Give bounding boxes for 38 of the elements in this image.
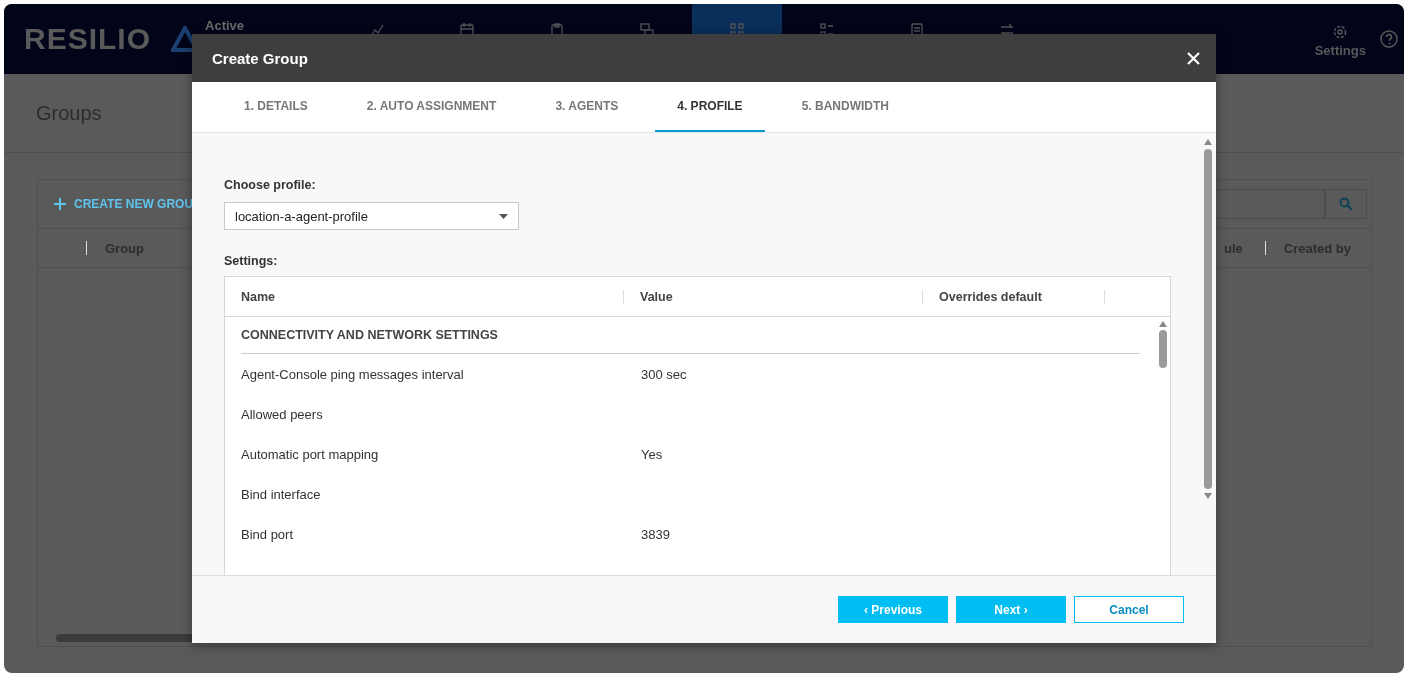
setting-value: 300 sec (641, 366, 687, 382)
column-header: Overrides default (938, 289, 1043, 304)
step-tab[interactable]: 3. AGENTS (533, 82, 641, 132)
step-tab[interactable]: 5. BANDWIDTH (779, 82, 911, 132)
close-icon (1187, 51, 1200, 65)
scroll-down-icon[interactable] (1204, 493, 1212, 499)
column-header: Name (240, 289, 277, 304)
setting-name: Allowed peers (241, 406, 324, 422)
profile-label: Choose profile: (224, 178, 317, 192)
search-button[interactable] (1325, 189, 1367, 219)
scrollbar-thumb[interactable] (1159, 330, 1167, 368)
section-heading: CONNECTIVITY AND NETWORK SETTINGS (241, 328, 498, 342)
scroll-up-icon[interactable] (1159, 321, 1167, 327)
setting-value: Yes (641, 446, 663, 462)
settings-label: Settings: (224, 254, 279, 268)
caret-icon (499, 213, 508, 219)
dialog-title: Create Group (212, 49, 308, 67)
setting-name: Automatic port mapping (241, 446, 380, 462)
setting-name: Bind port (241, 526, 295, 542)
scrollbar-thumb[interactable] (1204, 149, 1212, 489)
create-group-button[interactable]: CREATE NEW GROU (54, 197, 194, 211)
product-name: Active (205, 18, 245, 33)
step-tab[interactable]: 2. AUTO ASSIGNMENT (344, 82, 519, 132)
setting-name: Bind interface (241, 486, 322, 502)
step-tab[interactable]: 1. DETAILS (222, 82, 330, 132)
cancel-button[interactable]: Cancel (1074, 596, 1184, 623)
setting-value: 3839 (641, 526, 670, 542)
profile-dropdown[interactable]: location-a-agent-profile (224, 202, 519, 230)
plus-icon (54, 198, 66, 210)
gear-icon (1333, 24, 1348, 39)
scroll-up-icon[interactable] (1204, 139, 1212, 145)
setting-name: Agent-Console ping messages interval (241, 366, 465, 382)
help-icon[interactable] (1380, 30, 1398, 48)
search-icon (1339, 197, 1353, 211)
close-button[interactable] (1185, 49, 1202, 67)
settings-button[interactable]: Settings (1314, 20, 1366, 58)
logo: RESILIO (24, 22, 151, 56)
column-header: Value (639, 289, 674, 304)
